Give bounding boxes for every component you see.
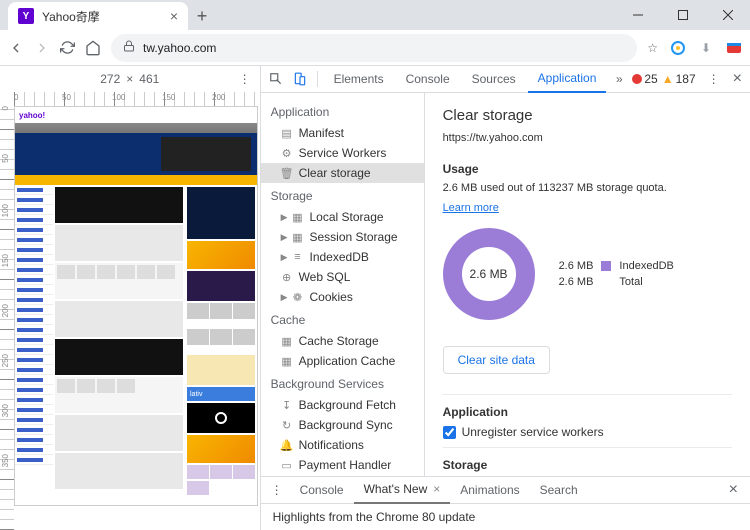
drawer-tab-whats-new[interactable]: What's New× <box>354 477 451 504</box>
application-sidebar: Application ▤Manifest ⚙Service Workers 🗑… <box>261 93 425 476</box>
side-websql[interactable]: ⊕Web SQL <box>261 267 424 287</box>
mini-logo: yahoo! <box>19 111 45 120</box>
swatch-indexeddb <box>601 261 611 271</box>
extension-icon-1[interactable] <box>670 40 686 56</box>
side-clear-storage[interactable]: 🗑Clear storage <box>261 163 424 183</box>
side-bg-sync[interactable]: ↻Background Sync <box>261 415 424 435</box>
usage-text: 2.6 MB used out of 113237 MB storage quo… <box>443 182 732 194</box>
tab-console[interactable]: Console <box>396 66 460 93</box>
warning-count[interactable]: ▲187 <box>662 72 696 86</box>
maximize-button[interactable] <box>660 0 705 30</box>
bell-icon: 🔔 <box>281 439 293 452</box>
devtools-tabs: Elements Console Sources Application » 2… <box>261 66 750 93</box>
file-icon: ▤ <box>281 127 293 140</box>
drawer-tab-animations[interactable]: Animations <box>450 477 529 504</box>
side-local-storage[interactable]: ▶▦Local Storage <box>261 207 424 227</box>
device-height[interactable]: 461 <box>139 72 159 86</box>
tab-elements[interactable]: Elements <box>324 66 394 93</box>
device-menu-icon[interactable]: ⋮ <box>239 72 252 86</box>
side-payment[interactable]: ▭Payment Handler <box>261 455 424 475</box>
side-notifications[interactable]: 🔔Notifications <box>261 435 424 455</box>
gear-icon: ⚙ <box>281 147 293 160</box>
side-indexeddb[interactable]: ▶≡IndexedDB <box>261 247 424 267</box>
forward-button[interactable] <box>34 40 50 56</box>
globe-icon: ⊕ <box>281 271 293 284</box>
tab-application[interactable]: Application <box>528 66 607 93</box>
side-heading-bg: Background Services <box>261 371 424 395</box>
tab-sources[interactable]: Sources <box>462 66 526 93</box>
unregister-sw-checkbox[interactable]: Unregister service workers <box>443 425 732 439</box>
side-session-storage[interactable]: ▶▦Session Storage <box>261 227 424 247</box>
inspect-icon[interactable] <box>265 72 287 86</box>
grid-icon: ▦ <box>291 231 303 244</box>
url-text: tw.yahoo.com <box>143 41 216 55</box>
back-button[interactable] <box>8 40 24 56</box>
address-bar[interactable]: tw.yahoo.com <box>111 34 637 62</box>
fetch-icon: ↧ <box>281 399 293 412</box>
usage-legend: 2.6 MBIndexedDB 2.6 MBTotal <box>559 260 674 288</box>
reload-button[interactable] <box>60 40 75 55</box>
browser-tab[interactable]: Y Yahoo奇摩 × <box>8 2 188 30</box>
drawer-menu-icon[interactable]: ⋮ <box>271 483 284 497</box>
side-application-cache[interactable]: ▦Application Cache <box>261 351 424 371</box>
device-toggle-icon[interactable] <box>289 72 311 86</box>
side-heading-application: Application <box>261 99 424 123</box>
usage-donut: 2.6 MB <box>443 228 535 320</box>
application-heading: Application <box>443 405 732 419</box>
star-icon[interactable]: ☆ <box>647 41 658 55</box>
clear-site-data-button[interactable]: Clear site data <box>443 346 550 374</box>
times-icon: × <box>126 72 133 86</box>
devtools-drawer: ⋮ Console What's New× Animations Search … <box>261 476 750 530</box>
minimize-button[interactable] <box>615 0 660 30</box>
close-window-button[interactable] <box>705 0 750 30</box>
drawer-tab-console[interactable]: Console <box>290 477 354 504</box>
browser-toolbar: tw.yahoo.com ☆ ⬇ <box>0 30 750 66</box>
grid-icon: ▦ <box>291 211 303 224</box>
devtools-menu-icon[interactable]: ⋮ <box>708 72 721 86</box>
database-icon: ≡ <box>291 251 303 263</box>
tab-title: Yahoo奇摩 <box>42 8 100 25</box>
drawer-tab-search[interactable]: Search <box>530 477 588 504</box>
devtools-close-icon[interactable]: × <box>733 70 742 88</box>
side-heading-cache: Cache <box>261 307 424 331</box>
sync-icon: ↻ <box>281 419 293 432</box>
error-count[interactable]: 25 <box>632 72 657 86</box>
side-manifest[interactable]: ▤Manifest <box>261 123 424 143</box>
cookie-icon: ❁ <box>291 291 303 304</box>
pane-title: Clear storage <box>443 107 732 124</box>
storage-heading: Storage <box>443 458 732 472</box>
grid-icon: ▦ <box>281 335 293 348</box>
drawer-close-icon[interactable]: × <box>729 481 746 499</box>
card-icon: ▭ <box>281 459 293 472</box>
side-heading-storage: Storage <box>261 183 424 207</box>
grid-icon: ▦ <box>281 355 293 368</box>
devtools-panel: Elements Console Sources Application » 2… <box>261 66 750 530</box>
favicon: Y <box>18 8 34 24</box>
clear-storage-pane: Clear storage https://tw.yahoo.com Usage… <box>425 93 750 476</box>
home-button[interactable] <box>85 40 101 56</box>
close-tab-icon[interactable]: × <box>170 8 178 24</box>
window-titlebar: Y Yahoo奇摩 × + <box>0 0 750 30</box>
side-bg-fetch[interactable]: ↧Background Fetch <box>261 395 424 415</box>
new-tab-button[interactable]: + <box>188 2 216 30</box>
more-tabs-icon[interactable]: » <box>608 72 630 86</box>
usage-heading: Usage <box>443 162 732 176</box>
pane-url: https://tw.yahoo.com <box>443 132 732 144</box>
trash-icon: 🗑 <box>281 167 293 180</box>
learn-more-link[interactable]: Learn more <box>443 202 499 214</box>
lock-icon <box>123 40 135 55</box>
drawer-content: Highlights from the Chrome 80 update <box>261 504 750 530</box>
device-width[interactable]: 272 <box>100 72 120 86</box>
side-service-workers[interactable]: ⚙Service Workers <box>261 143 424 163</box>
download-icon[interactable]: ⬇ <box>698 40 714 56</box>
side-cache-storage[interactable]: ▦Cache Storage <box>261 331 424 351</box>
device-preview-pane: 272 × 461 ⋮ 050100150200 050100150200250… <box>0 66 261 530</box>
page-preview[interactable]: yahoo! <box>14 106 258 506</box>
side-cookies[interactable]: ▶❁Cookies <box>261 287 424 307</box>
device-bar: 272 × 461 ⋮ <box>0 66 260 92</box>
extension-icon-2[interactable] <box>726 40 742 56</box>
mini-lativ: lativ <box>187 387 255 401</box>
donut-label: 2.6 MB <box>470 267 508 281</box>
